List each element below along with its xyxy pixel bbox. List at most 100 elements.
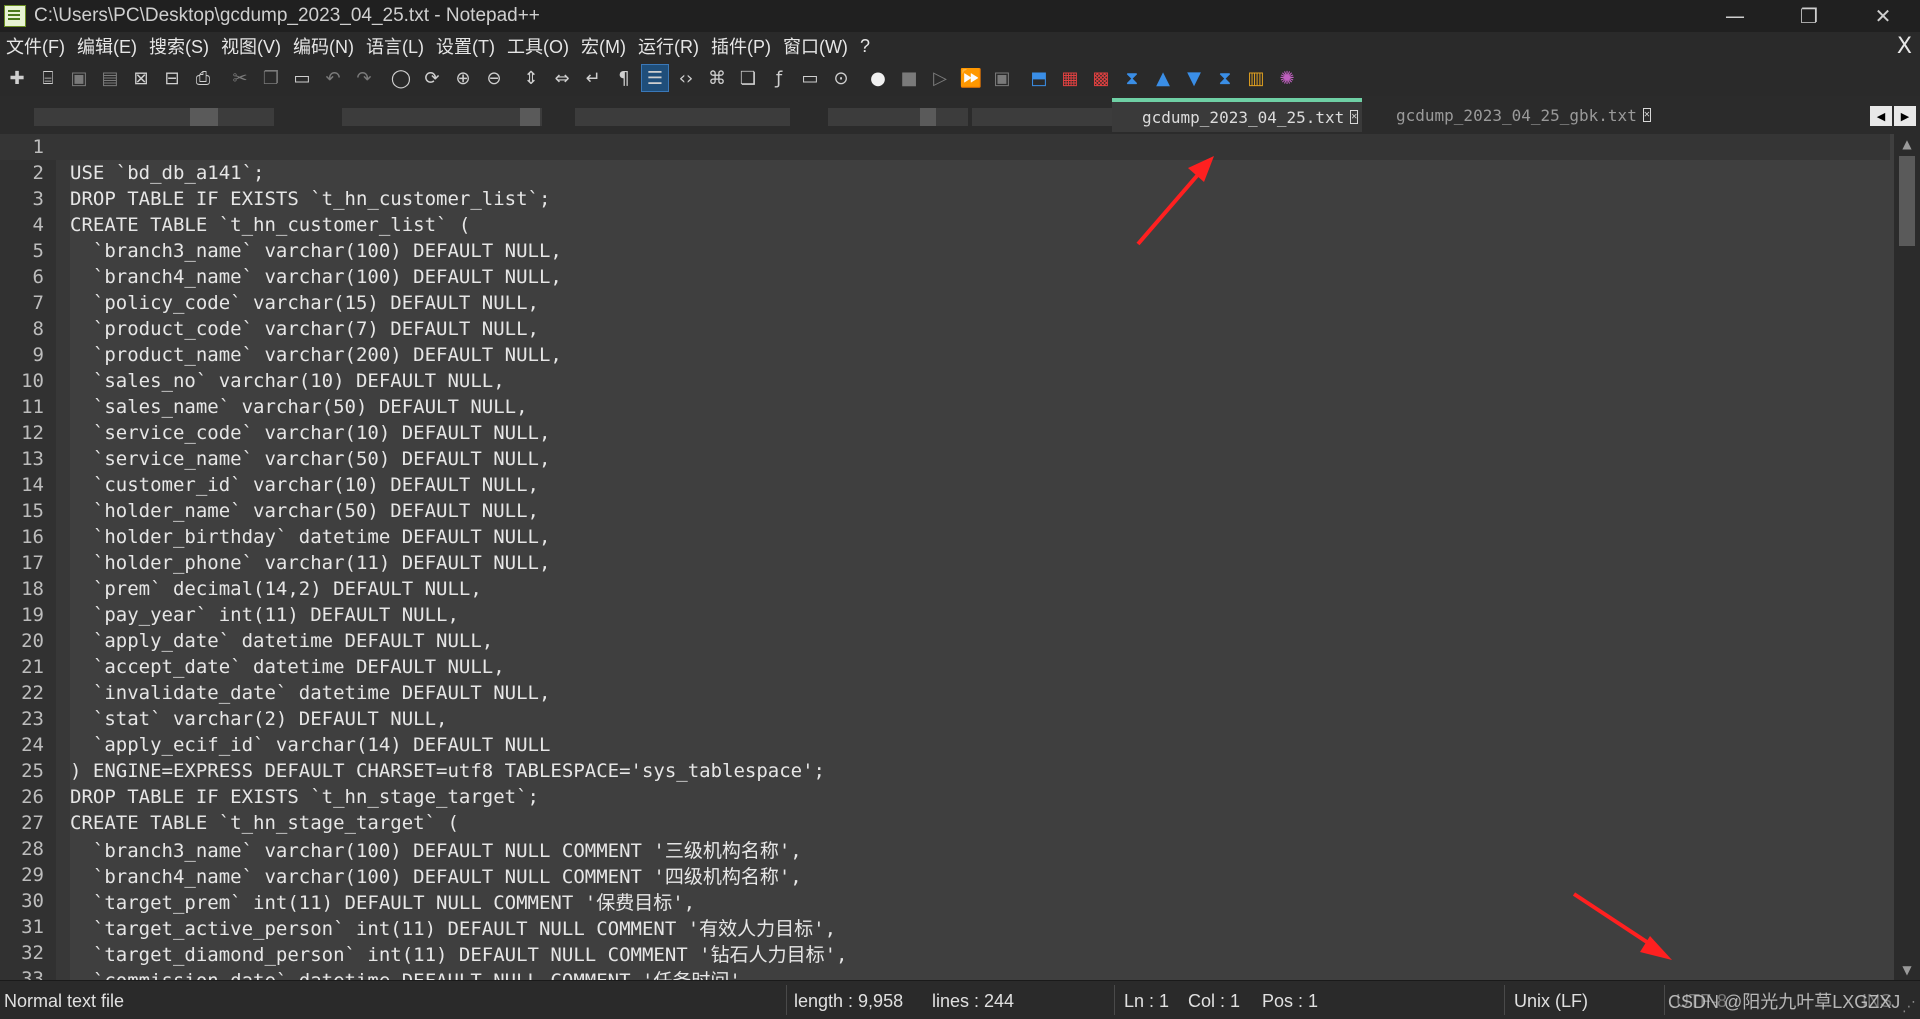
code-line[interactable]: 1 [0,134,1890,160]
copy-icon[interactable]: ❐ [258,65,284,91]
code-line[interactable]: 31 `target_active_person` int(11) DEFAUL… [0,914,1890,940]
compare-clear-icon[interactable]: ▩ [1088,65,1114,91]
line-position-label[interactable]: Ln : 1 [1124,991,1169,1012]
compare-first-icon[interactable]: ⧗ [1119,65,1145,91]
run-multiple-macro-icon[interactable]: ⏩ [958,65,984,91]
code-line[interactable]: 32 `target_diamond_person` int(11) DEFAU… [0,940,1890,966]
code-line[interactable]: 21 `accept_date` datetime DEFAULT NULL, [0,654,1890,680]
code-line[interactable]: 26 DROP TABLE IF EXISTS `t_hn_stage_targe… [0,784,1890,810]
eol-format-label[interactable]: Unix (LF) [1514,991,1588,1012]
menu-help[interactable]: ? [854,36,876,57]
menu-view[interactable]: 视图(V) [215,33,287,59]
language-markup-icon[interactable]: ‹› [673,65,699,91]
stop-record-icon[interactable]: ■ [896,65,922,91]
monitor-icon[interactable]: ▭ [797,65,823,91]
code-line[interactable]: 16 `holder_birthday` datetime DEFAULT NU… [0,524,1890,550]
compare-prev-icon[interactable]: ▲ [1150,65,1176,91]
restore-button[interactable]: ❐ [1772,0,1846,32]
code-line[interactable]: 24 `apply_ecif_id` varchar(14) DEFAULT N… [0,732,1890,758]
function-icon[interactable]: ƒ [766,65,792,91]
editor-area[interactable]: 1 2 USE `bd_db_a141`; 3 DROP TABLE IF EXISTS… [0,134,1920,980]
code-line[interactable]: 10 `sales_no` varchar(10) DEFAULT NULL, [0,368,1890,394]
compare-diff-icon[interactable]: ▦ [1057,65,1083,91]
code-line[interactable]: 23 `stat` varchar(2) DEFAULT NULL, [0,706,1890,732]
close-tab-icon[interactable]: ✕ [1642,108,1651,122]
menu-tools[interactable]: 工具(O) [501,33,575,59]
color-icon[interactable]: ✺ [1274,65,1300,91]
tab-gcdump-2023-04-25[interactable]: gcdump_2023_04_25.txt ✕ [1112,98,1362,132]
tab-scroll-left-icon[interactable]: ◀ [1870,106,1892,126]
document-map-icon[interactable]: ⌘ [704,65,730,91]
code-line[interactable]: 27 CREATE TABLE `t_hn_stage_target` ( [0,810,1890,836]
code-line[interactable]: 29 `branch4_name` varchar(100) DEFAULT N… [0,862,1890,888]
column-position-label[interactable]: Col : 1 [1188,991,1240,1012]
char-position-label[interactable]: Pos : 1 [1262,991,1318,1012]
save-all-icon[interactable]: ▤ [97,65,123,91]
code-line[interactable]: 19 `pay_year` int(11) DEFAULT NULL, [0,602,1890,628]
compare-next-icon[interactable]: ▼ [1181,65,1207,91]
close-tab-icon[interactable]: ✕ [1350,110,1359,124]
code-line[interactable]: 25) ENGINE=EXPRESS DEFAULT CHARSET=utf8 … [0,758,1890,784]
menu-macro[interactable]: 宏(M) [575,33,632,59]
compare-panel-icon[interactable]: ▥ [1243,65,1269,91]
menu-window[interactable]: 窗口(W) [777,33,854,59]
indent-guide-icon[interactable]: ☰ [641,64,669,92]
code-line[interactable]: 3 DROP TABLE IF EXISTS `t_hn_customer_lis… [0,186,1890,212]
show-all-chars-icon[interactable]: ¶ [611,65,637,91]
code-line[interactable]: 22 `invalidate_date` datetime DEFAULT NU… [0,680,1890,706]
print-icon[interactable]: ⎙ [190,65,216,91]
code-line[interactable]: 9 `product_name` varchar(200) DEFAULT NU… [0,342,1890,368]
folder-as-workspace-icon[interactable]: ⊙ [828,65,854,91]
menu-settings[interactable]: 设置(T) [430,33,501,59]
save-macro-icon[interactable]: ▣ [989,65,1015,91]
menu-plugins[interactable]: 插件(P) [705,33,777,59]
sync-vertical-icon[interactable]: ⇕ [518,65,544,91]
code-line[interactable]: 12 `service_code` varchar(10) DEFAULT NU… [0,420,1890,446]
code-line[interactable]: 5 `branch3_name` varchar(100) DEFAULT NU… [0,238,1890,264]
code-line[interactable]: 15 `holder_name` varchar(50) DEFAULT NUL… [0,498,1890,524]
compare-icon[interactable]: ⬒ [1026,65,1052,91]
function-list-icon[interactable]: ❏ [735,65,761,91]
sync-horizontal-icon[interactable]: ⇔ [549,65,575,91]
zoom-in-icon[interactable]: ⊕ [450,65,476,91]
menu-edit[interactable]: 编辑(E) [71,33,143,59]
save-icon[interactable]: ▣ [66,65,92,91]
code-line[interactable]: 14 `customer_id` varchar(10) DEFAULT NUL… [0,472,1890,498]
find-icon[interactable]: ◯ [388,65,414,91]
code-line[interactable]: 33 `commission_date` datetime DEFAULT NU… [0,966,1890,980]
menu-run[interactable]: 运行(R) [632,33,705,59]
scroll-down-icon[interactable]: ▼ [1894,960,1920,980]
scroll-up-icon[interactable]: ▲ [1894,134,1920,154]
undo-icon[interactable]: ↶ [320,65,346,91]
word-wrap-icon[interactable]: ↵ [580,65,606,91]
code-line[interactable]: 4 CREATE TABLE `t_hn_customer_list` ( [0,212,1890,238]
code-line[interactable]: 20 `apply_date` datetime DEFAULT NULL, [0,628,1890,654]
code-line[interactable]: 28 `branch3_name` varchar(100) DEFAULT N… [0,836,1890,862]
compare-last-icon[interactable]: ⧗ [1212,65,1238,91]
new-file-icon[interactable]: ✚ [4,65,30,91]
menu-search[interactable]: 搜索(S) [143,33,215,59]
scrollbar-thumb[interactable] [1899,156,1915,246]
close-all-icon[interactable]: ⊟ [159,65,185,91]
redo-icon[interactable]: ↷ [351,65,377,91]
close-icon[interactable]: ⊠ [128,65,154,91]
code-line[interactable]: 13 `service_name` varchar(50) DEFAULT NU… [0,446,1890,472]
play-macro-icon[interactable]: ▷ [927,65,953,91]
minimize-button[interactable]: — [1698,0,1772,32]
code-line[interactable]: 2 USE `bd_db_a141`; [0,160,1890,186]
code-line[interactable]: 7 `policy_code` varchar(15) DEFAULT NULL… [0,290,1890,316]
menu-language[interactable]: 语言(L) [360,33,430,59]
code-line[interactable]: 6 `branch4_name` varchar(100) DEFAULT NU… [0,264,1890,290]
tab-scroll-right-icon[interactable]: ▶ [1894,106,1916,126]
code-line[interactable]: 11 `sales_name` varchar(50) DEFAULT NULL… [0,394,1890,420]
code-line[interactable]: 18 `prem` decimal(14,2) DEFAULT NULL, [0,576,1890,602]
vertical-scrollbar[interactable]: ▲ ▼ [1894,134,1920,980]
code-line[interactable]: 30 `target_prem` int(11) DEFAULT NULL CO… [0,888,1890,914]
code-line[interactable]: 8 `product_code` varchar(7) DEFAULT NULL… [0,316,1890,342]
open-file-icon[interactable]: ⌸ [35,65,61,91]
menu-encoding[interactable]: 编码(N) [287,33,360,59]
code-line[interactable]: 17 `holder_phone` varchar(11) DEFAULT NU… [0,550,1890,576]
zoom-out-icon[interactable]: ⊖ [481,65,507,91]
menu-file[interactable]: 文件(F) [0,33,71,59]
close-window-button[interactable]: ✕ [1846,0,1920,32]
